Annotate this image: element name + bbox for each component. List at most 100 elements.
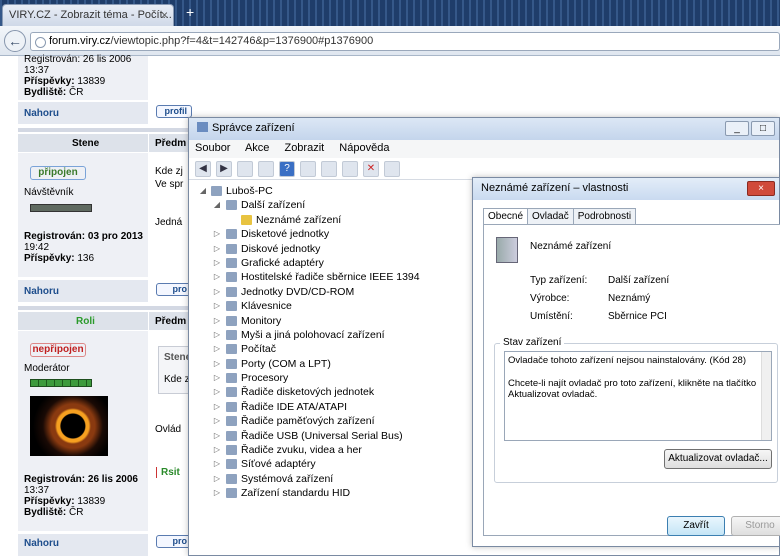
tree-item-category[interactable]: ▷ Porty (COM a LPT)	[193, 357, 483, 371]
back-to-top-link-3[interactable]: Nahoru	[24, 538, 59, 549]
collapse-icon[interactable]: ◢	[199, 184, 207, 198]
divider	[18, 128, 208, 132]
poster-name-roli[interactable]: Roli	[76, 316, 95, 327]
tree-item-unknown-device[interactable]: Neznámé zařízení	[193, 213, 483, 227]
console-tree-icon[interactable]	[237, 161, 253, 177]
tree-item-category[interactable]: ▷ Grafické adaptéry	[193, 256, 483, 270]
tree-item-category[interactable]: ▷ Síťové adaptéry	[193, 457, 483, 471]
rank-moderator: Moderátor	[24, 363, 70, 374]
back-to-top-link-2[interactable]: Nahoru	[24, 286, 59, 297]
menu-help[interactable]: Nápověda	[339, 142, 389, 154]
expand-icon[interactable]: ▷	[213, 299, 221, 313]
tree-item-label: Hostitelské řadiče sběrnice IEEE 1394	[241, 271, 420, 284]
expand-icon[interactable]: ▷	[213, 314, 221, 328]
forward-arrow-icon[interactable]: ▶	[216, 161, 232, 177]
tree-item-category[interactable]: ▷ Monitory	[193, 314, 483, 328]
tree-item-category[interactable]: ▷ Řadiče zvuku, videa a her	[193, 443, 483, 457]
poster-name-stene[interactable]: Stene	[72, 138, 99, 149]
minimize-icon[interactable]: _	[725, 121, 749, 136]
expand-icon[interactable]: ▷	[213, 270, 221, 284]
uninstall-icon[interactable]: ✕	[363, 161, 379, 177]
device-manager-titlebar[interactable]: Správce zařízení _ □	[189, 118, 779, 140]
tab-driver[interactable]: Ovladač	[527, 208, 574, 225]
post-text-line: Kde zj	[155, 166, 183, 177]
new-tab-button[interactable]: +	[186, 4, 194, 20]
profile-button-3[interactable]: pro	[156, 535, 192, 548]
expand-icon[interactable]: ▷	[213, 429, 221, 443]
post-subject-stub: Předm	[155, 316, 187, 327]
tree-item-category[interactable]: ▷ Řadiče paměťových zařízení	[193, 414, 483, 428]
tree-item-category[interactable]: ▷ Systémová zařízení	[193, 472, 483, 486]
tree-item-category[interactable]: ▷ Diskové jednotky	[193, 242, 483, 256]
tab-close-icon[interactable]: ×	[161, 8, 168, 22]
tree-item-category[interactable]: ▷ Řadiče USB (Universal Serial Bus)	[193, 429, 483, 443]
tree-item-category[interactable]: ▷ Disketové jednotky	[193, 227, 483, 241]
top-location-label: Bydliště:	[24, 87, 67, 98]
device-category-icon	[226, 272, 237, 283]
update-driver-button[interactable]: Aktualizovat ovladač...	[664, 449, 772, 469]
online-status-badge: připojen	[30, 166, 86, 180]
back-button[interactable]: ←	[4, 30, 26, 52]
disable-icon[interactable]	[384, 161, 400, 177]
update-driver-icon[interactable]	[342, 161, 358, 177]
properties-titlebar[interactable]: Neznámé zařízení – vlastnosti ×	[473, 178, 779, 200]
menu-action[interactable]: Akce	[245, 142, 269, 154]
tree-item-other-devices[interactable]: ◢ Další zařízení	[193, 198, 483, 212]
expand-icon[interactable]: ▷	[213, 486, 221, 500]
location-value: Sběrnice PCI	[608, 311, 667, 322]
rank-bar	[30, 379, 92, 387]
tree-item-category[interactable]: ▷ Klávesnice	[193, 299, 483, 313]
collapse-icon[interactable]: ◢	[213, 198, 221, 212]
back-to-top-link-1[interactable]: Nahoru	[24, 108, 59, 119]
expand-icon[interactable]: ▷	[213, 342, 221, 356]
tree-item-category[interactable]: ▷ Řadiče IDE ATA/ATAPI	[193, 400, 483, 414]
expand-icon[interactable]: ▷	[213, 414, 221, 428]
status-textbox[interactable]: Ovladače tohoto zařízení nejsou nainstal…	[504, 351, 772, 441]
properties-icon[interactable]	[258, 161, 274, 177]
expand-icon[interactable]: ▷	[213, 227, 221, 241]
tab-details[interactable]: Podrobnosti	[572, 208, 637, 225]
expand-icon[interactable]: ▷	[213, 256, 221, 270]
help-icon[interactable]: ?	[279, 161, 295, 177]
tree-item-category[interactable]: ▷ Procesory	[193, 371, 483, 385]
expand-icon[interactable]: ▷	[213, 285, 221, 299]
general-tab-panel: Neznámé zařízení Typ zařízení: Další zař…	[483, 224, 780, 536]
tree-item-category[interactable]: ▷ Hostitelské řadiče sběrnice IEEE 1394	[193, 270, 483, 284]
properties-dialog[interactable]: Neznámé zařízení – vlastnosti × Obecné Ovl…	[472, 177, 780, 547]
tree-item-category[interactable]: ▷ Počítač	[193, 342, 483, 356]
url-input[interactable]: forum.viry.cz/viewtopic.php?f=4&t=142746…	[30, 32, 780, 51]
tree-root[interactable]: ◢ Luboš-PC	[193, 184, 483, 198]
tree-item-category[interactable]: ▷ Myši a jiná polohovací zařízení	[193, 328, 483, 342]
profile-button-2[interactable]: pro	[156, 283, 192, 296]
computer-icon	[211, 186, 222, 196]
scan-hardware-icon[interactable]	[321, 161, 337, 177]
expand-icon[interactable]: ▷	[213, 472, 221, 486]
menu-file[interactable]: Soubor	[195, 142, 230, 154]
expand-icon[interactable]: ▷	[213, 400, 221, 414]
expand-icon[interactable]: ▷	[213, 242, 221, 256]
tree-item-category[interactable]: ▷ Zařízení standardu HID	[193, 486, 483, 500]
expand-icon[interactable]: ▷	[213, 328, 221, 342]
close-icon[interactable]: ×	[747, 181, 775, 196]
scrollbar[interactable]	[761, 352, 771, 440]
expand-icon[interactable]: ▷	[213, 443, 221, 457]
device-name: Neznámé zařízení	[530, 241, 612, 252]
device-category-icon	[226, 257, 237, 268]
tree-item-category[interactable]: ▷ Řadiče disketových jednotek	[193, 385, 483, 399]
dialog-tabs: Obecné Ovladač Podrobnosti	[483, 208, 637, 226]
close-button[interactable]: Zavřít	[667, 516, 725, 536]
expand-icon[interactable]: ▷	[213, 371, 221, 385]
expand-icon[interactable]: ▷	[213, 357, 221, 371]
expand-icon[interactable]: ▷	[213, 457, 221, 471]
profile-button-1[interactable]: profil	[156, 105, 192, 118]
menu-view[interactable]: Zobrazit	[284, 142, 324, 154]
view-icon[interactable]	[300, 161, 316, 177]
tree-item-category[interactable]: ▷ Jednotky DVD/CD-ROM	[193, 285, 483, 299]
expand-icon[interactable]: ▷	[213, 385, 221, 399]
tree-item-label: Neznámé zařízení	[256, 213, 342, 226]
location-label: Umístění:	[530, 311, 573, 322]
maximize-icon[interactable]: □	[751, 121, 775, 136]
browser-tab[interactable]: VIRY.CZ - Zobrazit téma - Počít... ×	[2, 4, 174, 26]
back-arrow-icon[interactable]: ◀	[195, 161, 211, 177]
cancel-button[interactable]: Storno	[731, 516, 780, 536]
